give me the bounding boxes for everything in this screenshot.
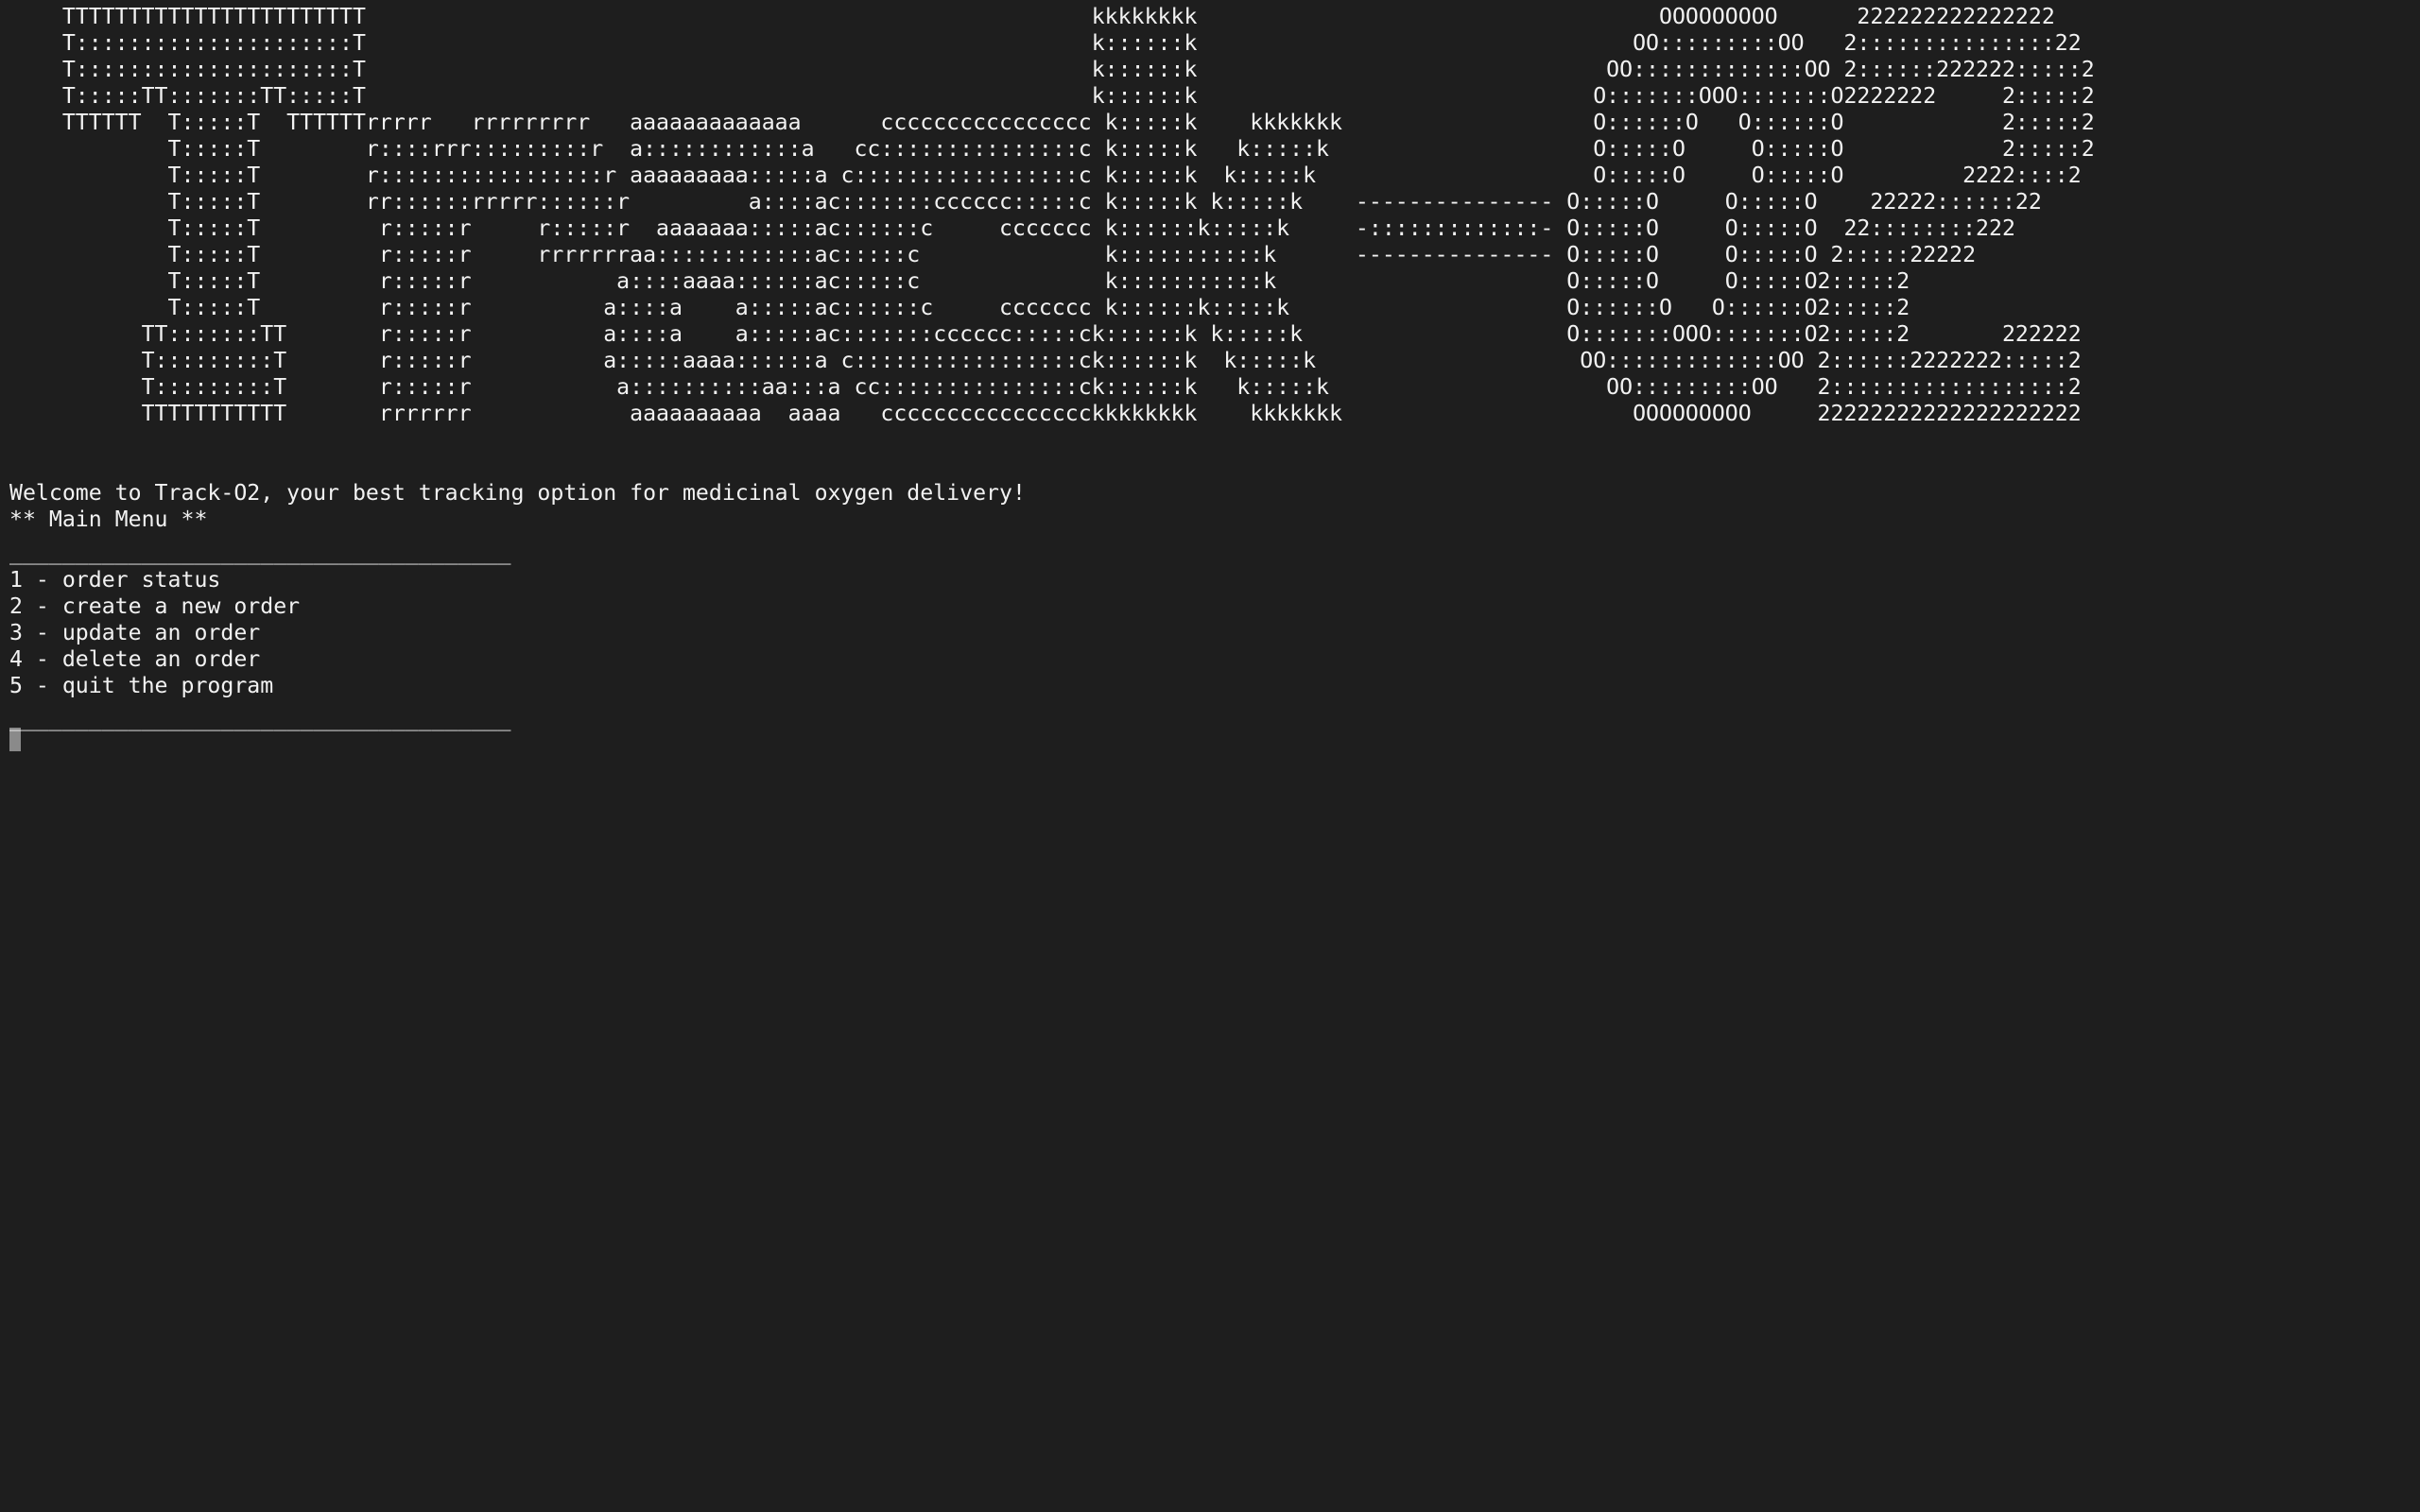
blank-lines xyxy=(9,427,2411,480)
banner-line: T:::::T r:::::r r:::::r aaaaaaa:::::ac::… xyxy=(167,215,2015,241)
menu-item-create-order: 2 - create a new order xyxy=(9,593,301,619)
banner-line: T:::::T r:::::::::::::::::r aaaaaaaaa:::… xyxy=(167,163,2082,188)
banner-line: T:::::T r:::::r a::::a a:::::ac::::::c c… xyxy=(167,295,1910,320)
menu-divider-bottom: ______________________________________ xyxy=(9,706,511,731)
menu-item-update-order: 3 - update an order xyxy=(9,620,261,645)
banner-line: T:::::T r:::::r a::::aaaa::::::ac:::::c … xyxy=(167,268,1910,294)
banner-line: TTTTTT T:::::T TTTTTTrrrrr rrrrrrrrr aaa… xyxy=(61,110,2095,135)
ascii-art-banner: TTTTTTTTTTTTTTTTTTTTTTT kkkkkkkk OOOOOOO… xyxy=(9,4,2411,427)
menu-divider-top: ______________________________________ xyxy=(9,540,511,565)
banner-line: TT:::::::TT r:::::r a::::a a:::::ac:::::… xyxy=(141,321,2082,347)
menu-item-quit: 5 - quit the program xyxy=(9,673,274,698)
welcome-message: Welcome to Track-O2, your best tracking … xyxy=(9,480,1026,506)
menu-item-order-status: 1 - order status xyxy=(9,567,221,593)
banner-line: TTTTTTTTTTT rrrrrrr aaaaaaaaaa aaaa cccc… xyxy=(9,401,2082,426)
banner-line: T:::::T r::::rrr:::::::::r a::::::::::::… xyxy=(167,136,2095,162)
banner-line: T:::::::::T r:::::r a::::::::::aa:::a cc… xyxy=(141,374,2082,400)
banner-line: T:::::T rr::::::rrrrr::::::r a::::ac::::… xyxy=(167,189,2042,215)
menu-title: ** Main Menu ** xyxy=(9,507,208,532)
banner-line: T:::::T r:::::r rrrrrrraa::::::::::::ac:… xyxy=(167,242,1977,267)
banner-line: T:::::TT:::::::TT:::::T k::::::k O::::::… xyxy=(61,83,2095,109)
banner-line: T:::::::::::::::::::::T k::::::k OO:::::… xyxy=(61,30,2082,56)
banner-line: T:::::::::::::::::::::T k::::::k OO:::::… xyxy=(61,57,2095,82)
menu-item-delete-order: 4 - delete an order xyxy=(9,646,261,672)
terminal-window[interactable]: TTTTTTTTTTTTTTTTTTTTTTT kkkkkkkk OOOOOOO… xyxy=(0,0,2420,1512)
banner-line: T:::::::::T r:::::r a:::::aaaa::::::a c:… xyxy=(141,348,2082,373)
banner-line: TTTTTTTTTTTTTTTTTTTTTTT kkkkkkkk OOOOOOO… xyxy=(61,4,2055,29)
menu-list: 1 - order status 2 - create a new order … xyxy=(9,567,2411,699)
